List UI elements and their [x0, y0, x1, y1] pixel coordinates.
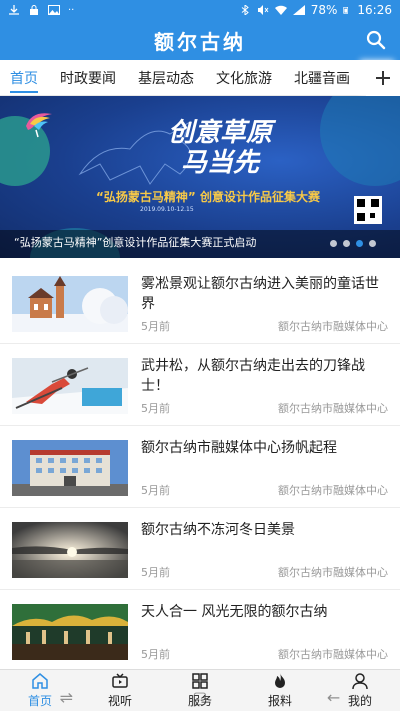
tabbar-report-label: 报料	[267, 694, 292, 708]
news-title: 天人合一 风光无限的额尔古纳	[141, 604, 328, 620]
banner-headline-line1: 创意草原	[167, 118, 272, 148]
tv-icon	[112, 673, 128, 688]
banner-headline: 创意草原 马当先	[140, 118, 300, 178]
news-thumbnail	[12, 440, 128, 496]
carousel-dot-active[interactable]	[356, 240, 363, 247]
banner-headline-line2: 马当先	[180, 148, 259, 178]
status-bar: ·· 78% 16:26	[0, 0, 400, 20]
search-icon[interactable]	[364, 28, 388, 52]
image-icon	[48, 5, 60, 15]
contest-logo-icon	[26, 113, 52, 138]
tabbar-video-label: 视听	[107, 694, 132, 708]
news-item[interactable]: 额尔古纳市融媒体中心扬帆起程 5月前 额尔古纳市融媒体中心	[0, 426, 400, 508]
tabbar-video[interactable]: 视听	[80, 670, 160, 711]
tab-politics[interactable]: 时政要闻	[60, 60, 116, 95]
news-list: 雾凇景观让额尔古纳进入美丽的童话世界 5月前 额尔古纳市融媒体中心 武井松，从额…	[0, 262, 400, 672]
tab-home[interactable]: 首页	[10, 60, 38, 95]
tabbar-home-label: 首页	[27, 694, 52, 708]
user-icon	[352, 673, 368, 690]
home-icon	[32, 673, 48, 689]
add-channel-button[interactable]	[366, 60, 400, 96]
news-item[interactable]: 雾凇景观让额尔古纳进入美丽的童话世界 5月前 额尔古纳市融媒体中心	[0, 262, 400, 344]
news-time: 5月前	[141, 402, 170, 415]
misty-river-image	[12, 522, 128, 578]
news-time: 5月前	[141, 320, 170, 333]
news-source: 额尔古纳市融媒体中心	[278, 484, 388, 497]
wifi-icon	[274, 5, 287, 15]
clock: 16:26	[357, 3, 392, 17]
lock-icon	[30, 5, 38, 15]
stage-performance-image	[12, 604, 128, 660]
plus-icon	[376, 71, 390, 85]
carousel-indicator	[330, 240, 376, 247]
grid-icon	[192, 673, 208, 689]
news-item[interactable]: 额尔古纳不冻河冬日美景 5月前 额尔古纳市融媒体中心	[0, 508, 400, 590]
tabbar-home[interactable]: 首页	[0, 670, 80, 711]
tab-culture-travel[interactable]: 文化旅游	[216, 60, 272, 95]
news-item[interactable]: 武井松，从额尔古纳走出去的刀锋战士！ 5月前 额尔古纳市融媒体中心	[0, 344, 400, 426]
app-title: 额尔古纳	[154, 29, 246, 54]
tabbar-mine-label: 我的	[347, 694, 372, 708]
news-source: 额尔古纳市融媒体中心	[278, 402, 388, 415]
tabbar-service-label: 服务	[187, 694, 212, 708]
news-source: 额尔古纳市融媒体中心	[278, 566, 388, 579]
signal-icon	[292, 5, 305, 15]
qr-code	[354, 196, 382, 224]
news-title: 雾凇景观让额尔古纳进入美丽的童话世界	[141, 276, 379, 312]
news-thumbnail	[12, 276, 128, 332]
skier-image	[12, 358, 128, 414]
news-title: 额尔古纳不冻河冬日美景	[141, 522, 295, 538]
tabbar-mine[interactable]: 我的	[320, 670, 400, 711]
banner-carousel[interactable]: 创意草原 马当先 “弘扬蒙古马精神” 创意设计作品征集大赛 2019.09.10…	[0, 96, 400, 258]
carousel-dot[interactable]	[343, 240, 350, 247]
bottom-tab-bar: 首页 视听 服务 报料 我的	[0, 669, 400, 711]
download-icon	[9, 5, 19, 15]
tabbar-service[interactable]: 服务	[160, 670, 240, 711]
mute-icon	[257, 5, 269, 15]
banner-date: 2019.09.10-12.15	[140, 206, 194, 213]
battery-level: 78%	[310, 3, 338, 17]
building-image	[12, 440, 128, 496]
news-source: 额尔古纳市融媒体中心	[278, 320, 388, 333]
news-time: 5月前	[141, 648, 170, 661]
flame-icon	[275, 673, 285, 688]
news-thumbnail	[12, 358, 128, 414]
battery-icon	[343, 6, 349, 14]
news-title: 武井松，从额尔古纳走出去的刀锋战士！	[141, 358, 365, 394]
frosted-church-image	[12, 276, 128, 332]
carousel-dot[interactable]	[330, 240, 337, 247]
app-header: 额尔古纳	[0, 20, 400, 60]
more-dots-icon: ··	[68, 4, 75, 16]
tab-north-frontier[interactable]: 北疆音画	[294, 60, 350, 95]
banner-subtitle: “弘扬蒙古马精神” 创意设计作品征集大赛	[96, 190, 320, 204]
category-tabs: 首页 时政要闻 基层动态 文化旅游 北疆音画	[0, 60, 400, 96]
news-time: 5月前	[141, 566, 170, 579]
tab-grassroots[interactable]: 基层动态	[138, 60, 194, 95]
bluetooth-icon	[241, 5, 249, 15]
banner-caption: “弘扬蒙古马精神”创意设计作品征集大赛正式启动	[14, 236, 257, 249]
news-time: 5月前	[141, 484, 170, 497]
news-thumbnail	[12, 604, 128, 660]
news-item[interactable]: 天人合一 风光无限的额尔古纳 5月前 额尔古纳市融媒体中心	[0, 590, 400, 672]
news-title: 额尔古纳市融媒体中心扬帆起程	[141, 440, 337, 456]
carousel-dot[interactable]	[369, 240, 376, 247]
news-thumbnail	[12, 522, 128, 578]
tabbar-report[interactable]: 报料	[240, 670, 320, 711]
news-source: 额尔古纳市融媒体中心	[278, 648, 388, 661]
